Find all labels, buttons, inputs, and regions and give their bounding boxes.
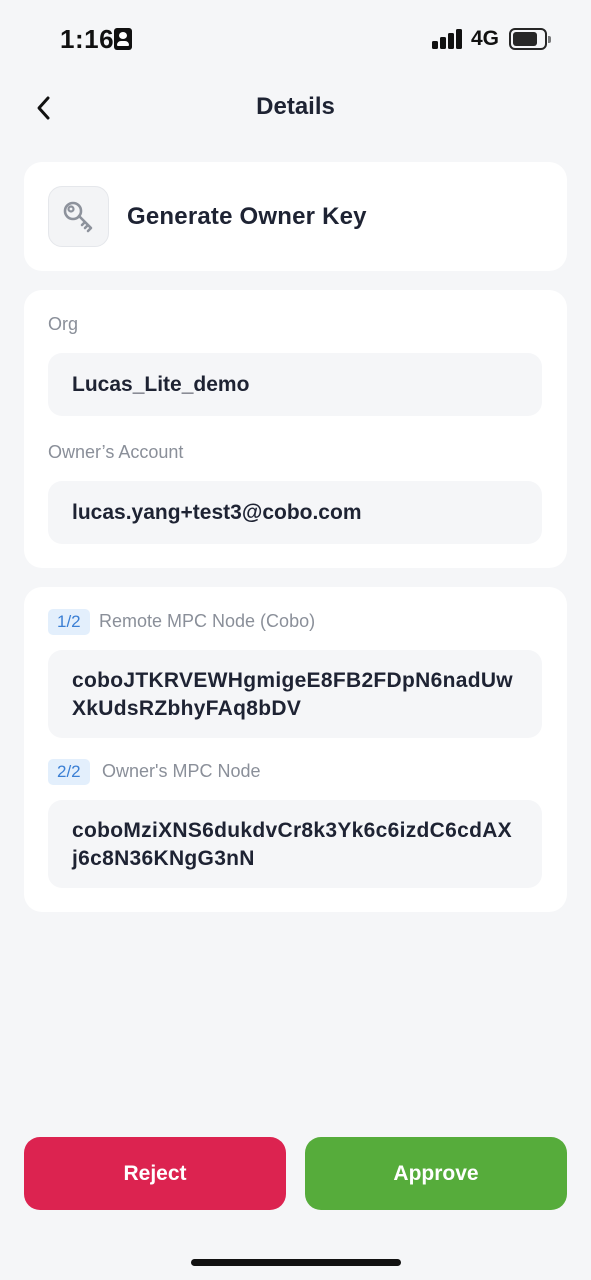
- org-label: Org: [48, 314, 79, 334]
- nav-bar: Details: [0, 78, 591, 138]
- node-id-field: coboJTKRVEWHgmigeE8FB2FDpN6nadUwXkUdsRZb…: [48, 650, 542, 738]
- network-type: 4G: [471, 27, 500, 50]
- account-field: lucas.yang+test3@cobo.com: [48, 481, 542, 544]
- cellular-signal-icon: [432, 29, 464, 49]
- details-screen: 1:16 4G Details Generate Owner Key Org L…: [0, 0, 591, 1280]
- contact-card-icon: [114, 28, 132, 50]
- battery-icon: [509, 28, 551, 50]
- home-indicator[interactable]: [191, 1259, 401, 1266]
- key-icon-container: [48, 186, 109, 247]
- node-label: Remote MPC Node (Cobo): [99, 611, 316, 631]
- status-bar: 1:16 4G: [0, 0, 591, 78]
- approve-button[interactable]: Approve: [305, 1137, 567, 1210]
- step-badge: 1/2: [48, 609, 90, 635]
- reject-button[interactable]: Reject: [24, 1137, 286, 1210]
- page-title: Details: [256, 93, 335, 120]
- step-badge: 2/2: [48, 759, 90, 785]
- key-icon: [63, 201, 92, 232]
- mpc-nodes-card: 1/2 Remote MPC Node (Cobo) coboJTKRVEWHg…: [24, 587, 567, 912]
- status-time: 1:16: [60, 24, 115, 54]
- node-id-field: coboMziXNS6dukdvCr8k3Yk6c6izdC6cdAXj6c8N…: [48, 800, 542, 888]
- org-info-card: Org Lucas_Lite_demo Owner’s Account luca…: [24, 290, 567, 568]
- org-field: Lucas_Lite_demo: [48, 353, 542, 416]
- request-type-card: Generate Owner Key: [24, 162, 567, 271]
- account-label: Owner’s Account: [48, 442, 184, 462]
- request-title: Generate Owner Key: [127, 203, 367, 230]
- node-label: Owner's MPC Node: [102, 761, 261, 781]
